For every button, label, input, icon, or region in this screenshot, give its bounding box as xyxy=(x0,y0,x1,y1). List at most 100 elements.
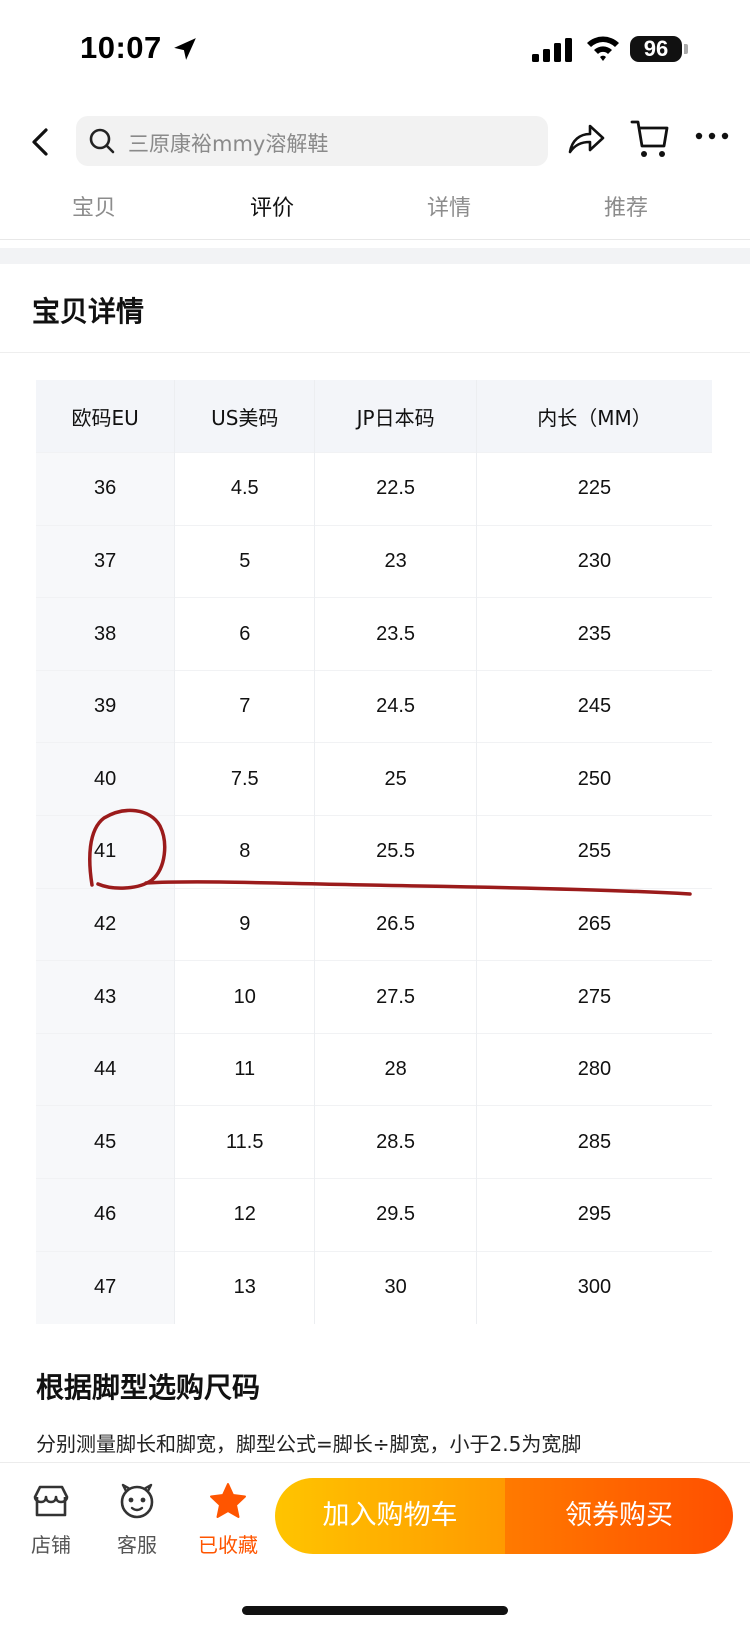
size-chart-table: 欧码EU US美码 JP日本码 内长（MM） 36 4.5 22.5 225 37 5 23… xyxy=(36,380,712,1324)
table-cell: 280 xyxy=(475,1032,712,1106)
table-cell: 8 xyxy=(174,815,315,889)
table-cell: 37 xyxy=(36,524,175,598)
table-row: 42 9 26.5 265 xyxy=(36,887,712,961)
tab-bar: 宝贝 评价 详情 推荐 xyxy=(0,186,750,240)
tab-reviews[interactable]: 评价 xyxy=(222,190,322,222)
favorite-label: 已收藏 xyxy=(198,1533,258,1557)
table-cell: 22.5 xyxy=(314,452,477,526)
table-row: 47 13 30 300 xyxy=(36,1250,712,1324)
search-placeholder: 三原康裕mmy溶解鞋 xyxy=(128,132,329,156)
table-cell: 27.5 xyxy=(314,960,477,1034)
store-icon xyxy=(33,1485,69,1517)
table-cell: 40 xyxy=(36,742,175,816)
header-us: US美码 xyxy=(174,380,315,453)
table-cell: 28 xyxy=(314,1032,477,1106)
back-arrow-icon[interactable] xyxy=(24,122,58,162)
section-separator xyxy=(0,248,750,264)
table-row: 44 11 28 280 xyxy=(36,1032,712,1106)
table-cell: 275 xyxy=(475,960,712,1034)
table-cell: 255 xyxy=(475,815,712,889)
table-row: 39 7 24.5 245 xyxy=(36,669,712,743)
table-cell: 230 xyxy=(475,524,712,598)
customer-service-icon xyxy=(120,1483,154,1519)
table-cell: 245 xyxy=(475,669,712,743)
table-cell: 300 xyxy=(475,1250,712,1324)
favorite-button[interactable]: 已收藏 xyxy=(188,1481,268,1558)
search-input[interactable]: 三原康裕mmy溶解鞋 xyxy=(76,116,548,166)
customer-service-button[interactable]: 客服 xyxy=(102,1481,172,1558)
status-time: 10:07 xyxy=(80,30,162,65)
table-cell: 30 xyxy=(314,1250,477,1324)
table-cell: 39 xyxy=(36,669,175,743)
table-cell: 36 xyxy=(36,452,175,526)
table-cell: 25 xyxy=(314,742,477,816)
search-icon xyxy=(89,128,115,154)
cart-icon[interactable] xyxy=(630,118,670,160)
table-row: 36 4.5 22.5 225 xyxy=(36,452,712,526)
table-cell: 23.5 xyxy=(314,597,477,671)
table-cell: 4.5 xyxy=(174,452,315,526)
table-cell: 285 xyxy=(475,1105,712,1179)
table-row: 45 11.5 28.5 285 xyxy=(36,1105,712,1179)
table-row: 38 6 23.5 235 xyxy=(36,597,712,671)
table-cell: 23 xyxy=(314,524,477,598)
section-title: 宝贝详情 xyxy=(32,295,145,328)
table-header-row: 欧码EU US美码 JP日本码 内长（MM） xyxy=(36,380,712,453)
table-cell: 12 xyxy=(174,1178,315,1252)
table-row: 40 7.5 25 250 xyxy=(36,742,712,816)
table-cell: 250 xyxy=(475,742,712,816)
table-cell: 25.5 xyxy=(314,815,477,889)
store-button[interactable]: 店铺 xyxy=(16,1481,86,1558)
battery-level: 96 xyxy=(630,36,682,62)
purchase-actions: 加入购物车 领券购买 xyxy=(275,1478,733,1554)
nav-bar: 三原康裕mmy溶解鞋 xyxy=(0,108,750,178)
share-icon[interactable] xyxy=(566,120,606,160)
table-cell: 225 xyxy=(475,452,712,526)
table-cell: 29.5 xyxy=(314,1178,477,1252)
table-cell: 43 xyxy=(36,960,175,1034)
customer-service-label: 客服 xyxy=(117,1533,157,1557)
battery-tip xyxy=(684,44,688,54)
location-arrow-icon xyxy=(174,38,196,60)
tab-baobei[interactable]: 宝贝 xyxy=(44,190,144,222)
header-eu: 欧码EU xyxy=(36,380,175,453)
table-cell: 7.5 xyxy=(174,742,315,816)
table-cell: 265 xyxy=(475,887,712,961)
table-cell: 7 xyxy=(174,669,315,743)
table-cell: 42 xyxy=(36,887,175,961)
table-cell: 46 xyxy=(36,1178,175,1252)
table-cell: 45 xyxy=(36,1105,175,1179)
size-guide-title: 根据脚型选购尺码 xyxy=(36,1371,261,1404)
coupon-buy-button[interactable]: 领券购买 xyxy=(505,1478,733,1554)
home-indicator xyxy=(242,1606,508,1615)
table-cell: 44 xyxy=(36,1032,175,1106)
more-icon[interactable] xyxy=(694,126,730,146)
table-cell: 9 xyxy=(174,887,315,961)
add-to-cart-button[interactable]: 加入购物车 xyxy=(275,1478,505,1554)
tab-details[interactable]: 详情 xyxy=(399,190,499,222)
star-icon xyxy=(210,1483,246,1518)
table-cell: 28.5 xyxy=(314,1105,477,1179)
store-label: 店铺 xyxy=(31,1533,71,1557)
table-row: 41 8 25.5 255 xyxy=(36,815,712,889)
table-cell: 24.5 xyxy=(314,669,477,743)
table-row: 43 10 27.5 275 xyxy=(36,960,712,1034)
divider xyxy=(0,352,750,353)
table-cell: 13 xyxy=(174,1250,315,1324)
table-cell: 10 xyxy=(174,960,315,1034)
table-cell: 235 xyxy=(475,597,712,671)
size-guide-text: 分别测量脚长和脚宽，脚型公式=脚长÷脚宽，小于2.5为宽脚 xyxy=(36,1432,582,1456)
table-cell: 26.5 xyxy=(314,887,477,961)
table-cell: 11 xyxy=(174,1032,315,1106)
table-cell: 295 xyxy=(475,1178,712,1252)
header-length: 内长（MM） xyxy=(475,380,712,453)
tab-recommend[interactable]: 推荐 xyxy=(576,190,676,222)
header-jp: JP日本码 xyxy=(314,380,477,453)
table-row: 37 5 23 230 xyxy=(36,524,712,598)
table-cell: 5 xyxy=(174,524,315,598)
cellular-signal-icon xyxy=(532,38,572,62)
bottom-action-bar: 店铺 客服 已收藏 加入购物车 领券购买 xyxy=(0,1462,750,1626)
status-bar: 10:07 96 xyxy=(0,0,750,100)
table-cell: 11.5 xyxy=(174,1105,315,1179)
table-row: 46 12 29.5 295 xyxy=(36,1178,712,1252)
